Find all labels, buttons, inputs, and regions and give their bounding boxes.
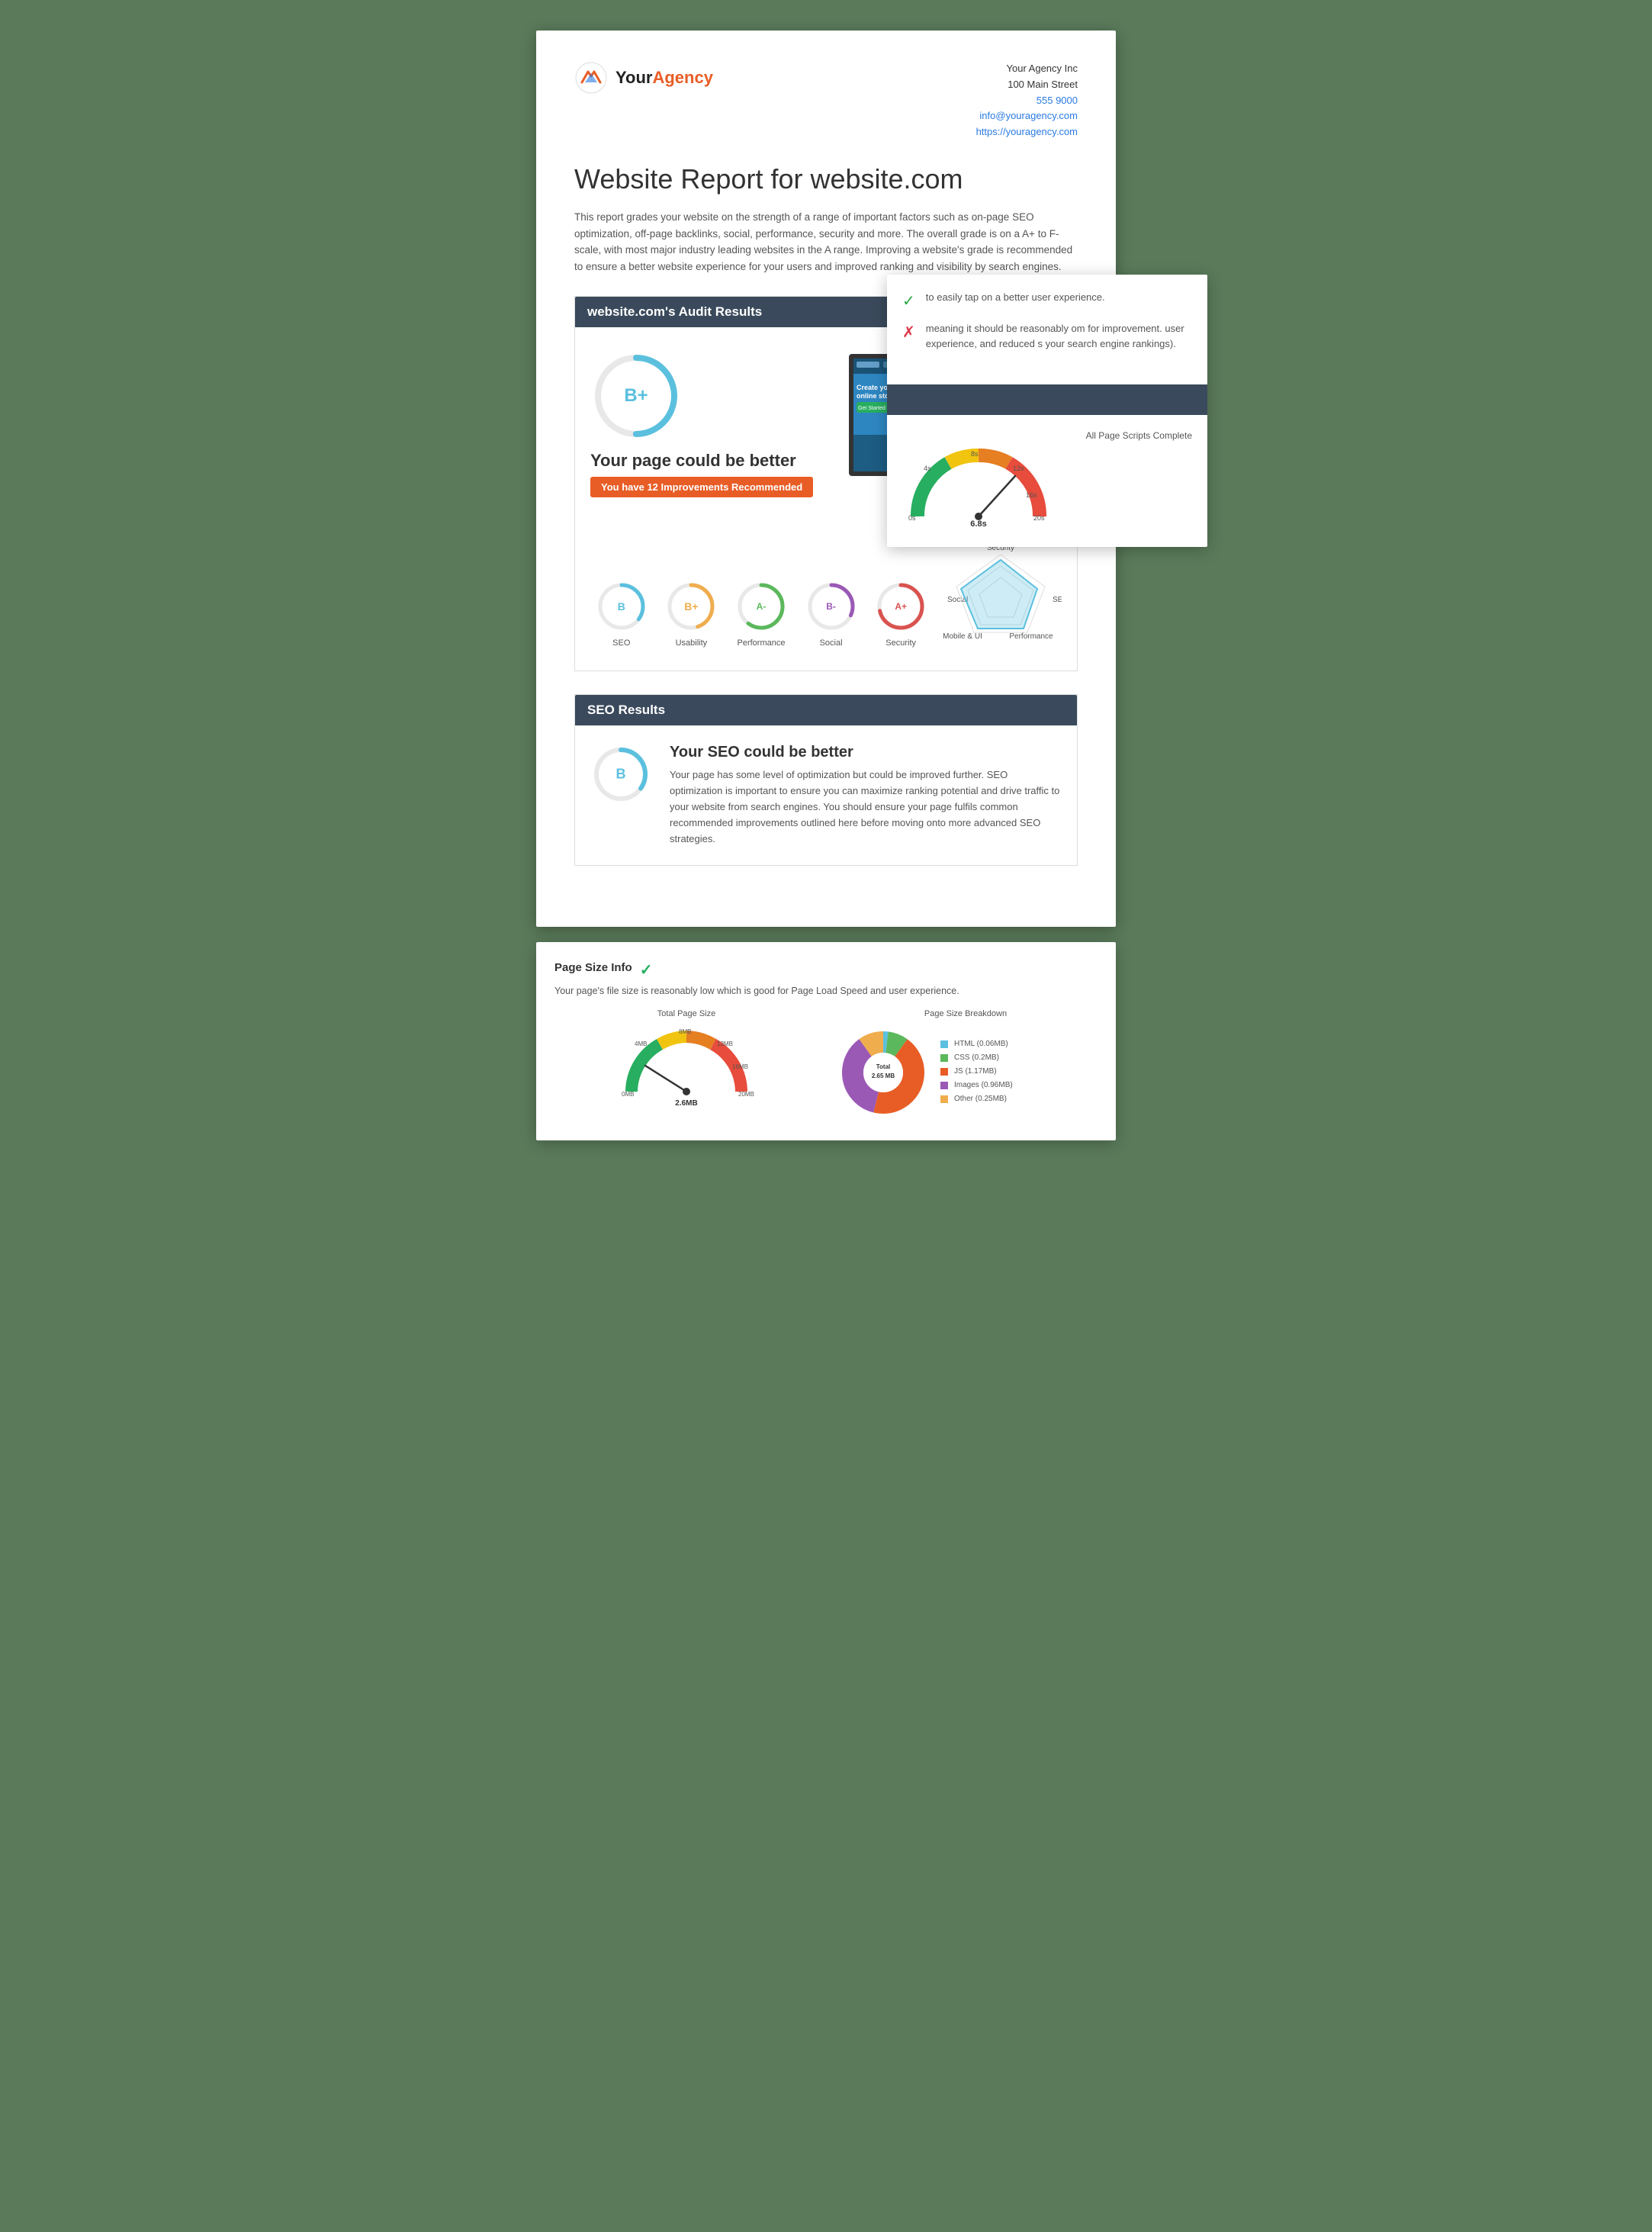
total-page-size-chart: Total Page Size 0MB 4MB 8MB (554, 1009, 818, 1111)
social-grade-label: B- (826, 601, 836, 612)
page-wrapper: YourAgency Your Agency Inc 100 Main Stre… (536, 31, 1116, 1140)
logo-area: YourAgency (574, 61, 713, 95)
check-text-2: meaning it should be reasonably om for i… (926, 321, 1192, 351)
svg-text:16MB: 16MB (732, 1063, 748, 1070)
all-scripts-label: All Page Scripts Complete (902, 430, 1192, 441)
security-grade-label: A+ (895, 601, 907, 612)
performance-grade-label: A- (757, 601, 767, 612)
page-size-info: Page Size Info ✓ Your page's file size i… (554, 960, 1098, 1122)
report-title: Website Report for website.com (574, 163, 1078, 195)
svg-text:12s: 12s (1013, 465, 1024, 472)
check-text-1: to easily tap on a better user experienc… (926, 290, 1105, 305)
social-name: Social (820, 638, 843, 648)
overlay-card: ✓ to easily tap on a better user experie… (887, 275, 1207, 547)
usability-grade-label: B+ (684, 600, 698, 613)
check-green-icon-1: ✓ (902, 291, 915, 310)
svg-text:2.6MB: 2.6MB (675, 1099, 697, 1107)
check-row-2: ✗ meaning it should be reasonably om for… (902, 321, 1192, 351)
svg-text:6.8s: 6.8s (970, 519, 986, 528)
check-row-1: ✓ to easily tap on a better user experie… (902, 290, 1192, 310)
seo-grade-label: B (618, 600, 625, 613)
overlay-dark-bar (887, 384, 1207, 415)
agency-address: 100 Main Street (976, 77, 1078, 93)
logo-text: YourAgency (615, 68, 713, 88)
overall-grade-circle: B+ (590, 350, 682, 442)
seo-result-desc: Your page has some level of optimization… (670, 767, 1062, 847)
bottom-section: Page Size Info ✓ Your page's file size i… (536, 942, 1116, 1140)
overall-grade-text: B+ (624, 385, 648, 407)
seo-grade-inner: B (616, 767, 626, 783)
svg-text:Mobile & UI: Mobile & UI (943, 632, 982, 641)
audit-page-title: Your page could be better (590, 451, 796, 471)
svg-text:0MB: 0MB (622, 1091, 634, 1098)
usability-circle: B+ (664, 579, 718, 634)
page-size-desc: Your page's file size is reasonably low … (554, 984, 1098, 999)
agency-website: https://youragency.com (976, 124, 1078, 140)
seo-name: SEO (612, 638, 630, 648)
performance-circle: A- (734, 579, 789, 634)
page-size-gauge-svg: 0MB 4MB 8MB 12MB 16MB 20MB 2.6MB (618, 1023, 755, 1107)
svg-text:Total: Total (876, 1063, 891, 1070)
page-size-check-icon: ✓ (640, 960, 653, 979)
agency-phone: 555 9000 (976, 93, 1078, 109)
report-header: YourAgency Your Agency Inc 100 Main Stre… (574, 61, 1078, 140)
agency-email: info@youragency.com (976, 108, 1078, 124)
svg-text:12MB: 12MB (717, 1040, 733, 1047)
seo-grade-circle: B (590, 744, 651, 805)
agency-info: Your Agency Inc 100 Main Street 555 9000… (976, 61, 1078, 140)
report-description: This report grades your website on the s… (574, 209, 1078, 275)
spider-chart-svg: Security SEO Performance Mobile & UI Soc… (940, 541, 1062, 648)
sub-grades-row: B SEO B+ Usability A- (575, 541, 1077, 671)
total-page-size-label: Total Page Size (554, 1009, 818, 1018)
spider-chart-area: Security SEO Performance Mobile & UI Soc… (940, 541, 1062, 648)
usability-name: Usability (676, 638, 708, 648)
donut-legend: HTML (0.06MB) CSS (0.2MB) JS (1.17MB) Im… (940, 1038, 1013, 1107)
donut-svg: Total 2.65 MB (834, 1023, 933, 1122)
overlay-inner: ✓ to easily tap on a better user experie… (887, 275, 1207, 377)
svg-text:0s: 0s (908, 514, 916, 522)
svg-text:Performance: Performance (1009, 632, 1053, 641)
svg-text:20MB: 20MB (738, 1091, 754, 1098)
performance-name: Performance (737, 638, 785, 648)
svg-text:20s: 20s (1033, 514, 1045, 522)
sub-grade-usability: B+ Usability (660, 579, 723, 648)
sub-grade-social: B- Social (800, 579, 863, 648)
seo-content: B Your SEO could be better Your page has… (575, 725, 1077, 865)
speed-gauge-svg: 0s 4s 8s 12s 16s 20s 6.8s (902, 444, 1055, 528)
seo-text: Your SEO could be better Your page has s… (670, 744, 1062, 847)
logo-icon (574, 61, 608, 95)
svg-text:8s: 8s (971, 450, 979, 458)
logo-your: Your (615, 68, 652, 87)
logo-agency: Agency (652, 68, 712, 87)
svg-text:16s: 16s (1026, 491, 1037, 499)
audit-left: B+ Your page could be better You have 12… (590, 350, 818, 518)
svg-text:8MB: 8MB (679, 1028, 691, 1035)
agency-company: Your Agency Inc (976, 61, 1078, 77)
page-size-breakdown-label: Page Size Breakdown (834, 1009, 1098, 1018)
security-name: Security (885, 638, 916, 648)
seo-section-header: SEO Results (575, 695, 1077, 725)
sub-grade-seo: B SEO (590, 579, 653, 648)
sub-grade-security: A+ Security (869, 579, 932, 648)
svg-text:2.65 MB: 2.65 MB (872, 1073, 895, 1079)
svg-text:SEO: SEO (1053, 596, 1062, 604)
seo-section: SEO Results B Your SEO could be better Y… (574, 694, 1078, 866)
sub-grade-performance: A- Performance (730, 579, 792, 648)
svg-text:4s: 4s (924, 465, 931, 472)
security-circle: A+ (873, 579, 928, 634)
page-size-title: Page Size Info (554, 961, 632, 974)
seo-circle: B (594, 579, 649, 634)
page-size-card: Page Size Info ✓ Your page's file size i… (536, 942, 1116, 1140)
improvements-badge: You have 12 Improvements Recommended (590, 477, 813, 497)
page-size-breakdown-chart: Page Size Breakdown (834, 1009, 1098, 1122)
svg-text:4MB: 4MB (635, 1040, 647, 1047)
charts-row: Total Page Size 0MB 4MB 8MB (554, 1009, 1098, 1122)
check-red-icon-1: ✗ (902, 323, 915, 342)
social-circle: B- (804, 579, 859, 634)
speedometer-area: All Page Scripts Complete 0s 4s 8s 12s 1… (887, 423, 1207, 547)
seo-result-title: Your SEO could be better (670, 744, 1062, 761)
